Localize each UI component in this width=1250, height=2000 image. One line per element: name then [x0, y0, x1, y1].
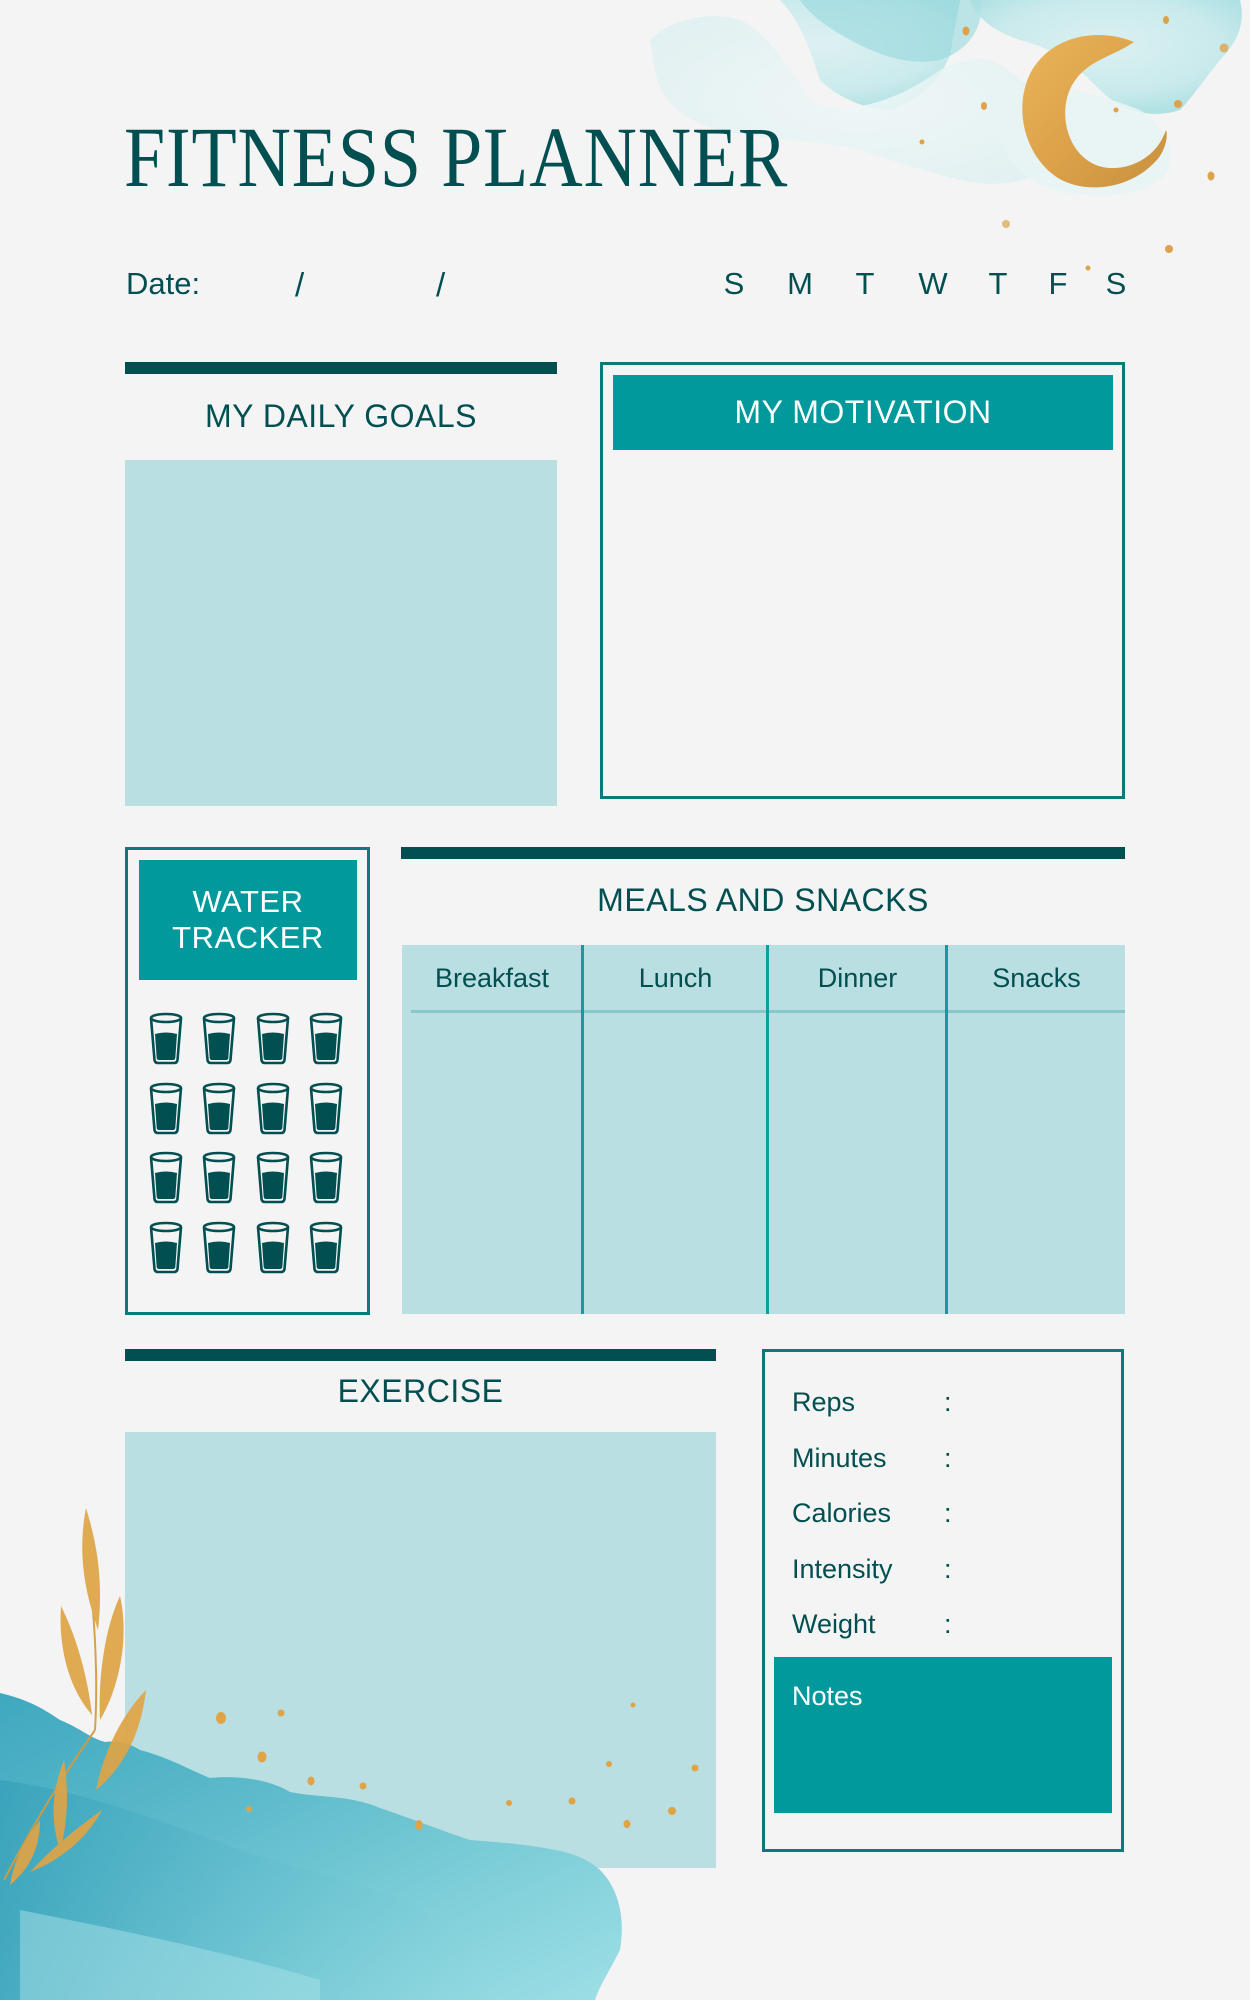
- water-glass-icon[interactable]: [308, 1221, 344, 1275]
- daily-goals-bar: [125, 362, 557, 374]
- weekday-wednesday[interactable]: W: [913, 266, 953, 302]
- water-glass-icon[interactable]: [148, 1151, 184, 1205]
- meals-column-lunch: Lunch: [638, 963, 713, 993]
- water-glass-icon[interactable]: [201, 1221, 237, 1275]
- stat-value-minutes[interactable]: [960, 1438, 1110, 1478]
- stat-label-minutes: Minutes: [792, 1443, 887, 1473]
- stat-separator: :: [944, 1554, 952, 1584]
- weekday-thursday[interactable]: T: [978, 266, 1018, 302]
- weekday-friday[interactable]: F: [1038, 266, 1078, 302]
- weekday-sunday[interactable]: S: [714, 266, 754, 302]
- exercise-heading: EXERCISE: [337, 1373, 504, 1409]
- water-glass-icon[interactable]: [201, 1012, 237, 1066]
- meals-bar: [401, 847, 1125, 859]
- notes-label: Notes: [792, 1681, 863, 1711]
- weekday-monday[interactable]: M: [780, 266, 820, 302]
- water-tracker-heading: WATER TRACKER: [139, 860, 357, 980]
- stat-separator: :: [944, 1443, 952, 1473]
- crescent-moon-icon: [1022, 35, 1167, 188]
- meals-column-snacks: Snacks: [992, 963, 1081, 993]
- weekday-saturday[interactable]: S: [1096, 266, 1136, 302]
- date-separator: /: [436, 266, 446, 303]
- water-glass-icon[interactable]: [308, 1082, 344, 1136]
- stat-label-intensity: Intensity: [792, 1554, 893, 1584]
- stat-value-calories[interactable]: [960, 1493, 1110, 1533]
- meals-column-breakfast: Breakfast: [434, 963, 550, 993]
- motivation-heading: MY MOTIVATION: [613, 375, 1113, 450]
- exercise-area[interactable]: [125, 1432, 716, 1868]
- water-glass-icon[interactable]: [148, 1012, 184, 1066]
- water-glass-icon[interactable]: [308, 1012, 344, 1066]
- water-tracker-heading-line2: TRACKER: [172, 920, 324, 955]
- meals-column-dinner: Dinner: [817, 963, 898, 993]
- date-label: Date:: [126, 266, 201, 301]
- water-glass-grid: [148, 1012, 348, 1282]
- breakfast-cell[interactable]: [402, 1013, 581, 1314]
- water-glass-icon[interactable]: [308, 1151, 344, 1205]
- water-glass-icon[interactable]: [201, 1151, 237, 1205]
- stat-value-intensity[interactable]: [960, 1549, 1110, 1589]
- lunch-cell[interactable]: [584, 1013, 766, 1314]
- water-glass-icon[interactable]: [255, 1221, 291, 1275]
- water-glass-icon[interactable]: [201, 1082, 237, 1136]
- snacks-cell[interactable]: [948, 1013, 1125, 1314]
- gold-dots-decoration: [919, 16, 1229, 271]
- water-glass-icon[interactable]: [148, 1082, 184, 1136]
- water-glass-icon[interactable]: [148, 1221, 184, 1275]
- stat-label-calories: Calories: [792, 1498, 892, 1528]
- weekday-tuesday[interactable]: T: [845, 266, 885, 302]
- stat-value-reps[interactable]: [960, 1382, 1110, 1422]
- daily-goals-area[interactable]: [125, 460, 557, 806]
- stat-separator: :: [944, 1498, 952, 1528]
- water-glass-icon[interactable]: [255, 1151, 291, 1205]
- stat-label-weight: Weight: [792, 1609, 876, 1639]
- stat-value-weight[interactable]: [960, 1604, 1110, 1644]
- water-glass-icon[interactable]: [255, 1082, 291, 1136]
- dinner-cell[interactable]: [769, 1013, 945, 1314]
- exercise-bar: [125, 1349, 716, 1361]
- stat-separator: :: [944, 1609, 952, 1639]
- date-separator: /: [295, 266, 305, 303]
- stat-separator: :: [944, 1387, 952, 1417]
- water-glass-icon[interactable]: [255, 1012, 291, 1066]
- daily-goals-heading: MY DAILY GOALS: [205, 398, 477, 434]
- stat-label-reps: Reps: [792, 1387, 856, 1417]
- water-tracker-heading-line1: WATER: [192, 884, 304, 919]
- page-title: FITNESS PLANNER: [124, 109, 789, 205]
- meals-heading: MEALS AND SNACKS: [597, 882, 929, 918]
